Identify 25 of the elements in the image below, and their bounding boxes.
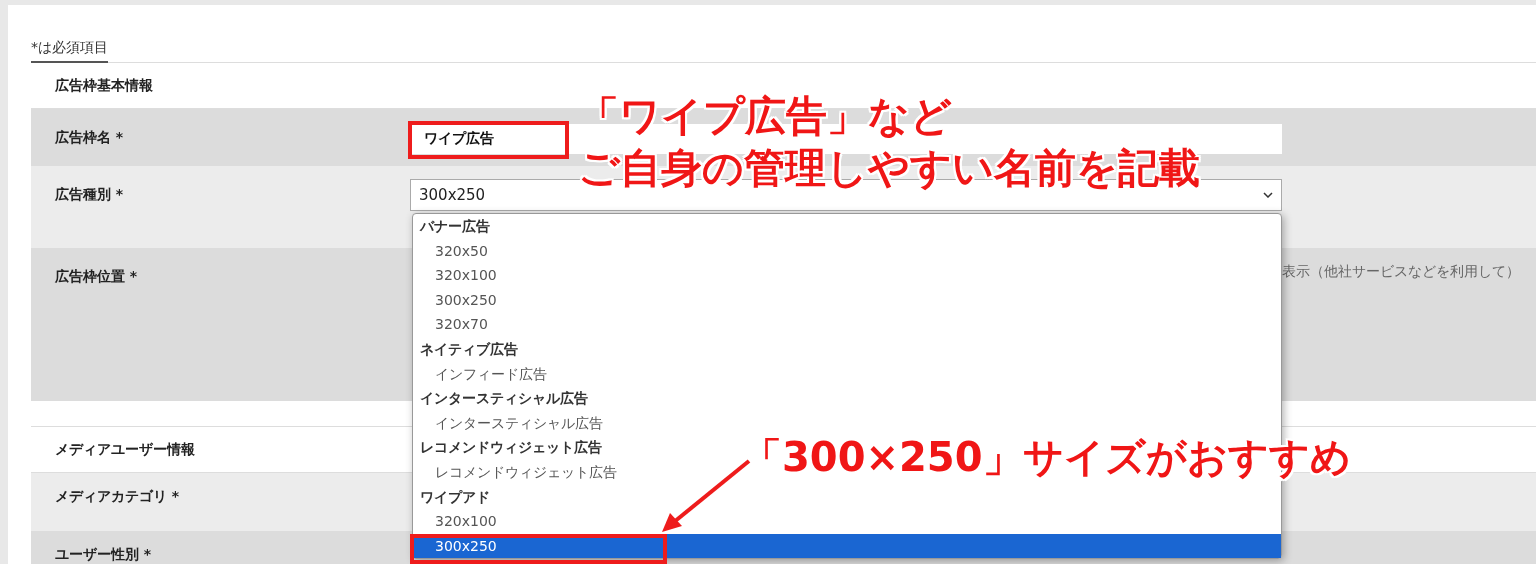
dropdown-option[interactable]: 320x100	[413, 263, 503, 288]
required-note: *は必須項目	[31, 39, 108, 63]
dropdown-option[interactable]: 320x70	[413, 312, 494, 337]
section-title: メディアユーザー情報	[55, 440, 195, 459]
chevron-down-icon	[1263, 192, 1273, 198]
field-label: 広告枠名 *	[55, 129, 124, 145]
field-label: 広告種別 *	[55, 186, 124, 202]
option-group-label: レコメンドウィジェット広告	[419, 438, 603, 458]
section-title: 広告枠基本情報	[55, 76, 153, 95]
annotation-text: 「300×250」サイズがおすすめ	[742, 433, 1351, 482]
option-group-label: ネイティブ広告	[419, 339, 519, 359]
dropdown-option[interactable]: インフィード広告	[413, 361, 553, 387]
option-text: 表示（他社サービスなどを利用して）	[1282, 263, 1520, 281]
option-group-label: ワイプアド	[419, 487, 491, 507]
dropdown-option[interactable]: 320x50	[413, 238, 494, 264]
dropdown-option[interactable]: インタースティシャル広告	[413, 410, 609, 436]
field-label: メディアカテゴリ *	[55, 488, 180, 504]
field-label: 広告枠位置 *	[55, 268, 138, 284]
dropdown-option[interactable]: 300x250	[413, 287, 503, 313]
option-group-label: バナー広告	[418, 217, 491, 236]
option-group-label: インタースティシャル広告	[419, 389, 589, 409]
dropdown-option[interactable]: 320x100	[413, 509, 503, 534]
dropdown-option[interactable]: 300x250	[413, 533, 1281, 559]
dropdown-option[interactable]: レコメンドウィジェット広告	[413, 459, 623, 485]
field-label: ユーザー性別 *	[55, 546, 152, 562]
